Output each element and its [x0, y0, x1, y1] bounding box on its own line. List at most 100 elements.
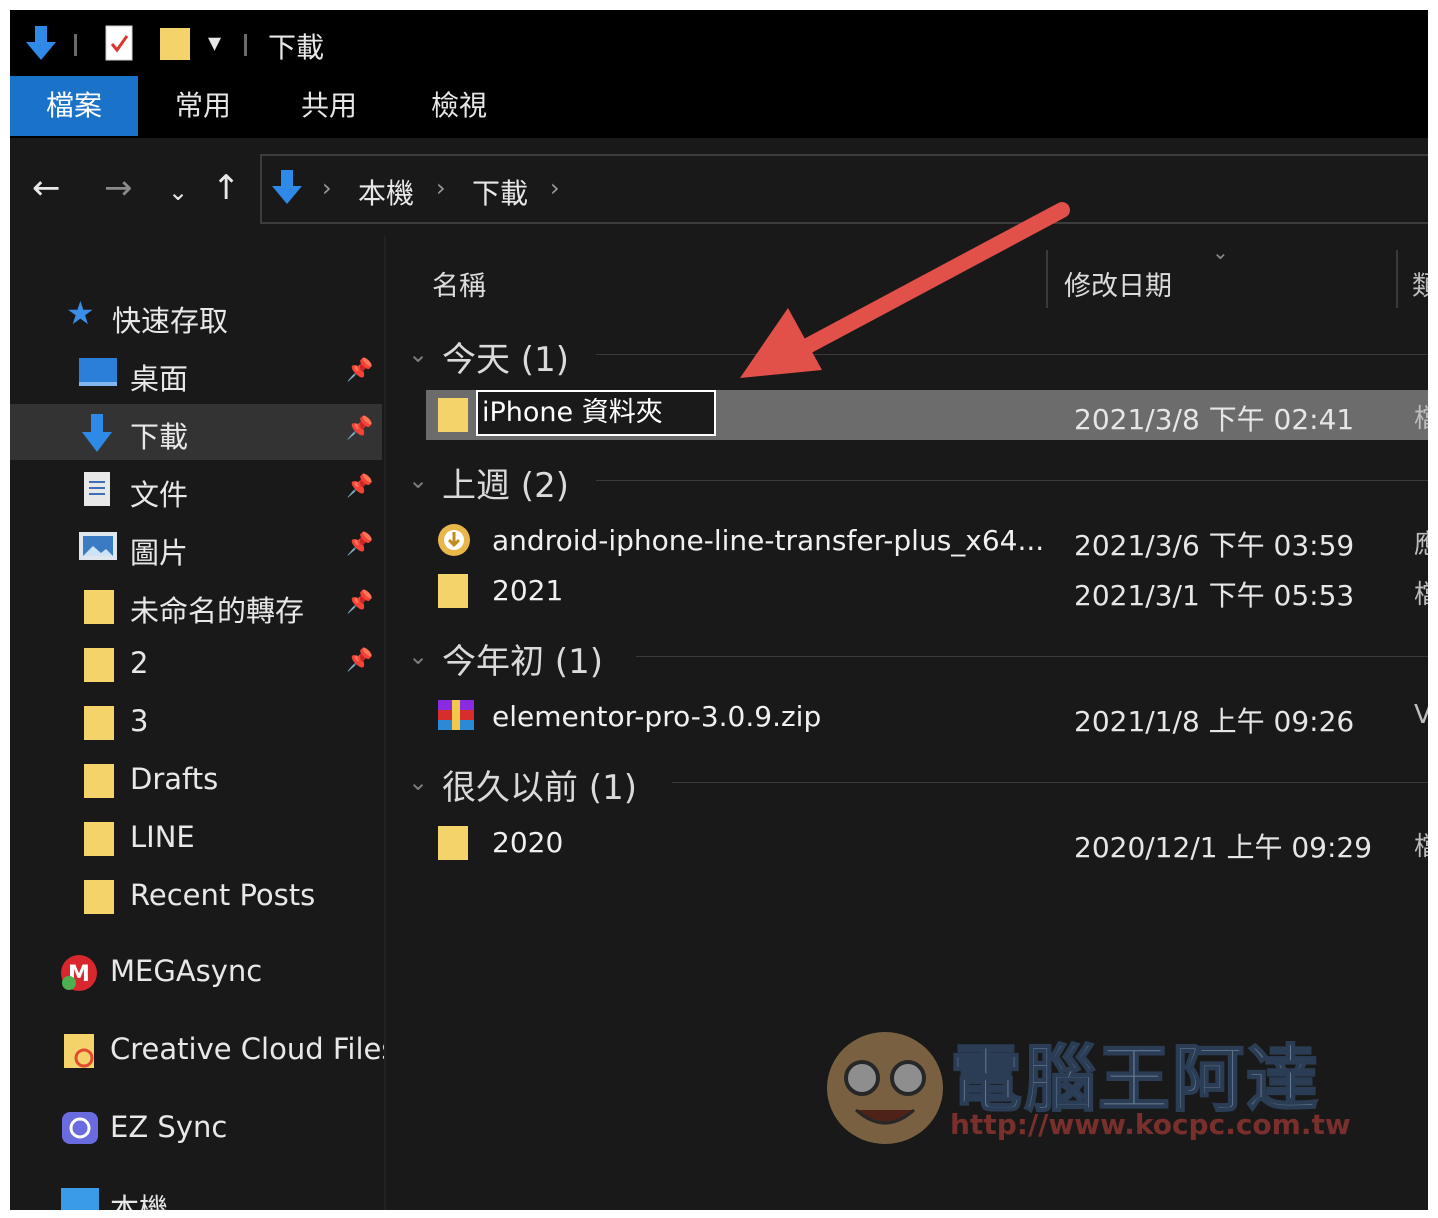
installer-icon: [438, 524, 470, 556]
nav-label: LINE: [130, 820, 195, 854]
nav-item-recent-posts[interactable]: Recent Posts: [10, 868, 382, 924]
forward-arrow-icon[interactable]: →: [104, 168, 133, 208]
download-arrow-icon[interactable]: [24, 24, 58, 64]
group-header-last-week[interactable]: ⌄ 上週 (2): [386, 452, 1428, 508]
tab-view[interactable]: 檢視: [404, 76, 514, 136]
list-item-elementor-zip[interactable]: elementor-pro-3.0.9.zip 2021/1/8 上午 09:2…: [426, 692, 1428, 742]
properties-icon[interactable]: [104, 24, 136, 64]
breadcrumb-chevron-icon[interactable]: ›: [322, 174, 332, 202]
file-name: android-iphone-line-transfer-plus_x64...: [492, 524, 1045, 557]
nav-item-ez-sync[interactable]: EZ Sync: [10, 1100, 382, 1156]
group-chevron-icon[interactable]: ⌄: [408, 340, 428, 368]
group-header-today[interactable]: ⌄ 今天 (1): [386, 326, 1428, 382]
breadcrumb-this-pc[interactable]: 本機: [358, 172, 414, 212]
group-chevron-icon[interactable]: ⌄: [408, 642, 428, 670]
breadcrumb-chevron-icon[interactable]: ›: [550, 174, 560, 202]
column-divider[interactable]: [1046, 250, 1048, 308]
column-divider[interactable]: [1396, 250, 1398, 308]
nav-label: Recent Posts: [130, 878, 316, 912]
nav-item-documents[interactable]: 文件 📌: [10, 462, 382, 518]
nav-label: Drafts: [130, 762, 219, 796]
group-label: 上週 (2): [442, 466, 569, 506]
quick-access-toolbar-dropdown-icon[interactable]: ▾: [208, 28, 221, 58]
group-divider: [596, 354, 1428, 355]
pin-icon[interactable]: 📌: [346, 358, 373, 383]
file-type: V: [1414, 700, 1428, 730]
group-header-earlier-this-year[interactable]: ⌄ 今年初 (1): [386, 628, 1428, 684]
folder-icon: [84, 590, 114, 624]
toolbar-separator: [74, 34, 77, 56]
desktop-icon: [79, 358, 117, 386]
nav-item-folder-3[interactable]: 3: [10, 694, 382, 750]
title-bar: ▾ 下載: [10, 10, 1428, 76]
group-divider: [596, 480, 1428, 481]
address-bar[interactable]: › 本機 › 下載 ›: [260, 154, 1428, 224]
nav-item-creative-cloud-files[interactable]: Creative Cloud Files: [10, 1022, 397, 1078]
column-header-name[interactable]: 名稱: [432, 264, 486, 303]
nav-label: 3: [130, 704, 149, 738]
pin-icon[interactable]: 📌: [346, 416, 373, 441]
tab-file[interactable]: 檔案: [10, 76, 138, 136]
nav-label: EZ Sync: [110, 1110, 228, 1144]
nav-item-drafts[interactable]: Drafts: [10, 752, 382, 808]
sort-chevron-down-icon: ⌄: [1212, 240, 1229, 264]
window-title: 下載: [268, 31, 325, 64]
nav-label: 下載: [130, 420, 189, 454]
nav-item-desktop[interactable]: 桌面 📌: [10, 346, 382, 402]
pin-icon[interactable]: 📌: [346, 590, 373, 615]
group-header-a-long-time-ago[interactable]: ⌄ 很久以前 (1): [386, 754, 1428, 810]
recent-locations-chevron-down-icon[interactable]: ⌄: [168, 172, 188, 212]
list-item-folder-2020[interactable]: 2020 2020/12/1 上午 09:29 檔: [426, 818, 1428, 868]
rename-input[interactable]: iPhone 資料夾: [476, 390, 716, 436]
file-explorer-window: ▾ 下載 檔案 常用 共用 檢視 ← → ⌄ ↑ › 本機 › 下載 › ★ 快…: [10, 10, 1428, 1210]
breadcrumb-chevron-icon[interactable]: ›: [436, 174, 446, 202]
list-item-folder-2021[interactable]: 2021 2021/3/1 下午 05:53 檔: [426, 566, 1428, 616]
nav-label: 本機: [110, 1192, 169, 1210]
group-label: 今天 (1): [442, 340, 569, 380]
nav-item-line[interactable]: LINE: [10, 810, 382, 866]
group-label: 很久以前 (1): [442, 768, 637, 808]
nav-label: MEGAsync: [110, 954, 263, 988]
file-date: 2021/3/6 下午 03:59: [1074, 529, 1355, 562]
nav-label: 未命名的轉存: [130, 594, 305, 628]
group-label: 今年初 (1): [442, 642, 603, 682]
new-folder-icon[interactable]: [158, 24, 192, 64]
group-chevron-icon[interactable]: ⌄: [408, 768, 428, 796]
star-icon: ★: [66, 294, 95, 332]
creative-cloud-icon: [64, 1034, 94, 1068]
watermark-url: http://www.kocpc.com.tw: [950, 1108, 1351, 1141]
breadcrumb-downloads[interactable]: 下載: [472, 172, 528, 212]
document-icon: [84, 472, 110, 506]
group-divider: [636, 656, 1428, 657]
nav-label: 圖片: [130, 536, 189, 570]
column-header-modified[interactable]: 修改日期: [1064, 264, 1172, 303]
tab-share[interactable]: 共用: [274, 76, 384, 136]
list-item-iphone-folder[interactable]: iPhone 資料夾 2021/3/8 下午 02:41 檔: [426, 390, 1428, 440]
folder-icon: [84, 648, 114, 682]
group-chevron-icon[interactable]: ⌄: [408, 466, 428, 494]
list-item-installer[interactable]: android-iphone-line-transfer-plus_x64...…: [426, 516, 1428, 566]
nav-item-this-pc[interactable]: 本機: [10, 1176, 382, 1210]
folder-icon: [84, 822, 114, 856]
file-type: 應: [1414, 530, 1428, 560]
up-arrow-icon[interactable]: ↑: [212, 168, 241, 208]
file-date: 2021/1/8 上午 09:26: [1074, 705, 1355, 738]
nav-item-folder-2[interactable]: 2 📌: [10, 636, 382, 692]
nav-quick-access[interactable]: ★ 快速存取: [10, 288, 382, 344]
column-header-type-truncated[interactable]: 類: [1412, 264, 1428, 303]
pin-icon[interactable]: 📌: [346, 474, 373, 499]
nav-item-megasync[interactable]: M MEGAsync: [10, 944, 382, 1000]
pin-icon[interactable]: 📌: [346, 648, 373, 673]
folder-icon: [438, 826, 468, 860]
folder-icon: [84, 706, 114, 740]
nav-item-unnamed-dump[interactable]: 未命名的轉存 📌: [10, 578, 382, 634]
pictures-icon: [79, 532, 117, 560]
tab-home[interactable]: 常用: [148, 76, 258, 136]
toolbar-separator: [244, 34, 247, 56]
nav-item-downloads[interactable]: 下載 📌: [10, 404, 382, 460]
file-name: 2020: [492, 826, 564, 859]
nav-item-pictures[interactable]: 圖片 📌: [10, 520, 382, 576]
computer-icon: [61, 1188, 99, 1210]
pin-icon[interactable]: 📌: [346, 532, 373, 557]
back-arrow-icon[interactable]: ←: [32, 168, 61, 208]
